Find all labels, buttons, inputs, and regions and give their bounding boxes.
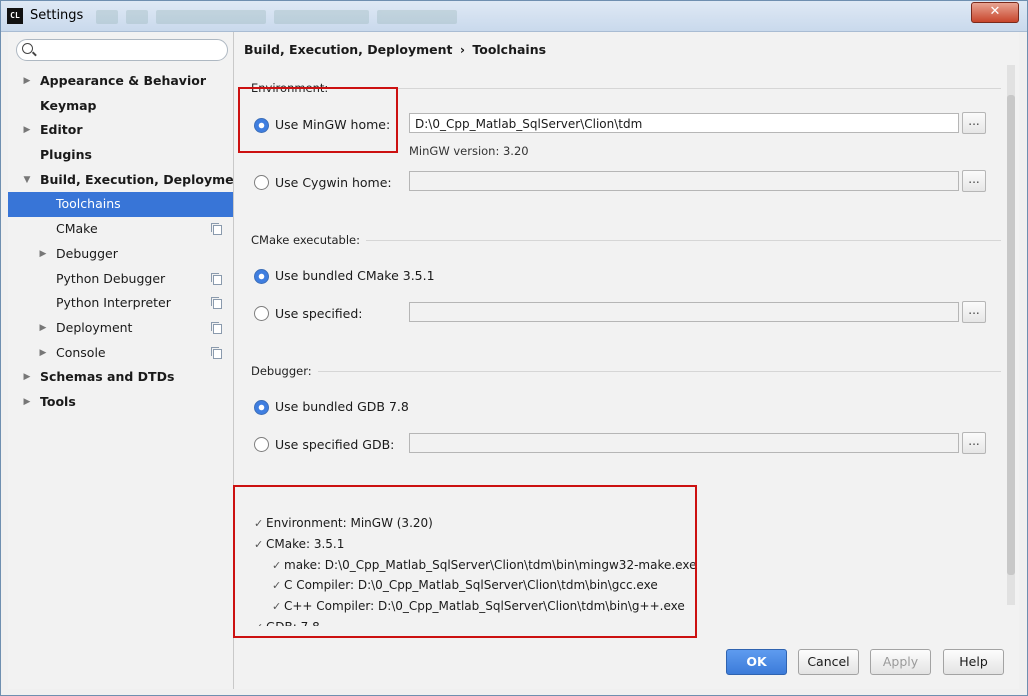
sidebar-item-label: Python Debugger bbox=[56, 270, 166, 286]
sidebar-item-label: Plugins bbox=[40, 147, 92, 163]
expand-arrow-down-icon[interactable]: ▼ bbox=[22, 168, 32, 193]
expand-arrow-right-icon[interactable]: ▶ bbox=[38, 341, 48, 366]
sidebar-item-label: Python Interpreter bbox=[56, 295, 171, 311]
search-box[interactable] bbox=[16, 39, 228, 61]
apply-button[interactable]: Apply bbox=[870, 649, 931, 675]
project-settings-icon bbox=[211, 297, 222, 310]
sidebar-item-label: Schemas and DTDs bbox=[40, 369, 175, 385]
project-settings-icon bbox=[211, 272, 222, 285]
sidebar-item-label: Keymap bbox=[40, 97, 97, 113]
window-title: Settings bbox=[30, 8, 84, 23]
background-taskbar-ghost bbox=[96, 10, 476, 28]
cancel-button[interactable]: Cancel bbox=[798, 649, 859, 675]
sidebar-item-label: Appearance & Behavior bbox=[40, 73, 206, 88]
sidebar-item-label: Debugger bbox=[56, 245, 118, 261]
sidebar-item-python-debugger[interactable]: Python Debugger bbox=[8, 267, 233, 292]
settings-window: CL Settings ✕ ▶ Appearance & Behavior Keym… bbox=[0, 0, 1028, 696]
sidebar-item-appearance-behavior[interactable]: ▶ Appearance & Behavior bbox=[8, 69, 233, 94]
project-settings-icon bbox=[211, 321, 222, 334]
sidebar-item-toolchains[interactable]: Toolchains bbox=[8, 192, 233, 218]
sidebar-item-cmake[interactable]: CMake bbox=[8, 217, 233, 242]
expand-arrow-right-icon[interactable]: ▶ bbox=[22, 390, 32, 415]
search-icon bbox=[22, 43, 33, 54]
sidebar-item-label: Toolchains bbox=[56, 196, 121, 212]
settings-tree: ▶ Appearance & Behavior Keymap ▶ Editor Plugi… bbox=[8, 69, 249, 415]
sidebar-item-label: Editor bbox=[40, 122, 83, 138]
sidebar-item-deployment[interactable]: ▶ Deployment bbox=[8, 316, 233, 341]
help-button[interactable]: Help bbox=[943, 649, 1004, 675]
status-highlight-box bbox=[233, 485, 697, 638]
sidebar-item-label: CMake bbox=[56, 221, 98, 237]
search-input[interactable] bbox=[39, 41, 223, 59]
sidebar-item-schemas-and-dtds[interactable]: ▶ Schemas and DTDs bbox=[8, 365, 233, 390]
scrollbar-thumb[interactable] bbox=[1007, 95, 1015, 575]
sidebar-item-keymap[interactable]: Keymap bbox=[8, 94, 233, 119]
mingw-highlight-box bbox=[238, 87, 398, 153]
expand-arrow-right-icon[interactable]: ▶ bbox=[38, 316, 48, 341]
expand-arrow-right-icon[interactable]: ▶ bbox=[22, 118, 32, 143]
sidebar-item-python-interpreter[interactable]: Python Interpreter bbox=[8, 291, 233, 316]
sidebar-item-label: Tools bbox=[40, 393, 76, 409]
sidebar-item-label: Deployment bbox=[56, 319, 133, 335]
sidebar-item-debugger[interactable]: ▶ Debugger bbox=[8, 242, 233, 267]
expand-arrow-right-icon[interactable]: ▶ bbox=[22, 69, 32, 94]
sidebar-item-build-execution-deployment[interactable]: ▼ Build, Execution, Deployment bbox=[8, 168, 249, 193]
settings-sidebar: ▶ Appearance & Behavior Keymap ▶ Editor Plugi… bbox=[8, 32, 249, 689]
vertical-scrollbar[interactable] bbox=[1007, 65, 1015, 605]
project-settings-icon bbox=[211, 346, 222, 359]
ok-button[interactable]: OK bbox=[726, 649, 787, 675]
sidebar-item-plugins[interactable]: Plugins bbox=[8, 143, 233, 168]
clion-app-icon: CL bbox=[7, 8, 23, 24]
expand-arrow-right-icon[interactable]: ▶ bbox=[38, 242, 48, 267]
project-settings-icon bbox=[211, 223, 222, 236]
sidebar-item-console[interactable]: ▶ Console bbox=[8, 341, 233, 366]
title-bar: CL Settings ✕ bbox=[1, 1, 1027, 32]
sidebar-item-tools[interactable]: ▶ Tools bbox=[8, 390, 233, 415]
sidebar-item-editor[interactable]: ▶ Editor bbox=[8, 118, 233, 143]
sidebar-item-label: Console bbox=[56, 344, 106, 360]
close-button[interactable]: ✕ bbox=[971, 2, 1019, 23]
sidebar-item-label: Build, Execution, Deployment bbox=[40, 171, 249, 187]
expand-arrow-right-icon[interactable]: ▶ bbox=[22, 365, 32, 390]
